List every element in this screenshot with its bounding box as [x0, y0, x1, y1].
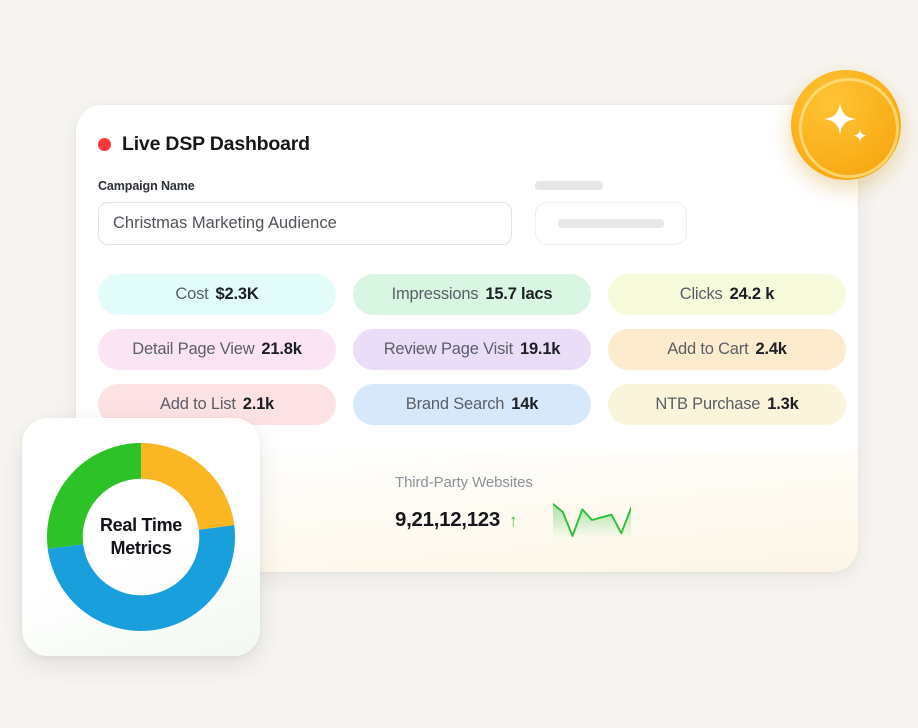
third-party-sparkline: [552, 503, 631, 538]
metric-chip-value: 2.1k: [242, 395, 275, 413]
metric-chip-label: NTB Purchase: [655, 395, 761, 413]
metric-chip-label: Cost: [175, 285, 209, 303]
metric-chip-label: Clicks: [679, 285, 723, 303]
metric-chip[interactable]: Add to Cart 2.4k: [608, 329, 846, 370]
metric-chip-value: $2.3K: [215, 285, 259, 303]
stat-value: 9,21,12,123: [395, 508, 500, 531]
metrics-chip-grid: Cost $2.3K Impressions 15.7 lacs Clicks 24.2 …: [76, 245, 858, 425]
metric-chip-label: Detail Page View: [132, 340, 255, 358]
metric-chip-label: Add to Cart: [667, 340, 749, 358]
stat-column: Third-Party Websites 9,21,12,123 ↑: [395, 474, 692, 572]
page-title: Live DSP Dashboard: [122, 133, 310, 155]
metric-chip-label: Brand Search: [405, 395, 505, 413]
stat-title: Third-Party Websites: [395, 474, 533, 491]
metric-chip-label: Impressions: [391, 285, 479, 303]
sparkle-icon: [824, 103, 867, 143]
campaign-name-label: Campaign Name: [98, 179, 195, 193]
real-time-metrics-card: Real Time Metrics: [22, 418, 260, 656]
skeleton-input-bar: [558, 219, 664, 228]
form-row: Campaign Name: [76, 156, 858, 245]
metric-chip[interactable]: Impressions 15.7 lacs: [353, 274, 591, 315]
metric-chip[interactable]: Review Page Visit 19.1k: [353, 329, 591, 370]
donut-segment[interactable]: [141, 443, 235, 530]
metric-chip-value: 24.2 k: [729, 285, 775, 303]
metric-chip[interactable]: Brand Search 14k: [353, 384, 591, 425]
skeleton-field-block: [535, 181, 687, 245]
metric-chip-value: 14k: [511, 395, 539, 413]
trend-up-arrow-icon: ↑: [509, 510, 518, 530]
campaign-name-field-block: Campaign Name: [98, 179, 512, 245]
metric-chip-value: 2.4k: [755, 340, 787, 358]
metric-chip-value: 19.1k: [519, 340, 561, 358]
card-header: Live DSP Dashboard: [76, 105, 858, 156]
metric-chip[interactable]: NTB Purchase 1.3k: [608, 384, 846, 425]
donut-chart: Real Time Metrics: [41, 437, 241, 637]
stat-row: 9,21,12,123 ↑: [395, 502, 692, 538]
metric-chip[interactable]: Detail Page View 21.8k: [98, 329, 336, 370]
metric-chip-label: Add to List: [159, 395, 236, 413]
donut-segment[interactable]: [47, 443, 141, 549]
skeleton-input-placeholder[interactable]: [535, 202, 687, 245]
campaign-name-input[interactable]: [98, 202, 512, 245]
donut-chart-svg: [47, 443, 235, 632]
metric-chip-label: Review Page Visit: [383, 340, 513, 358]
metric-chip-value: 15.7 lacs: [485, 285, 553, 303]
metric-chip-value: 1.3k: [767, 395, 799, 413]
sparkle-badge[interactable]: [791, 70, 901, 180]
skeleton-label-placeholder: [535, 181, 603, 190]
metric-chip[interactable]: Clicks 24.2 k: [608, 274, 846, 315]
live-status-dot: [98, 138, 111, 151]
metric-chip[interactable]: Cost $2.3K: [98, 274, 336, 315]
metric-chip-value: 21.8k: [261, 340, 302, 358]
